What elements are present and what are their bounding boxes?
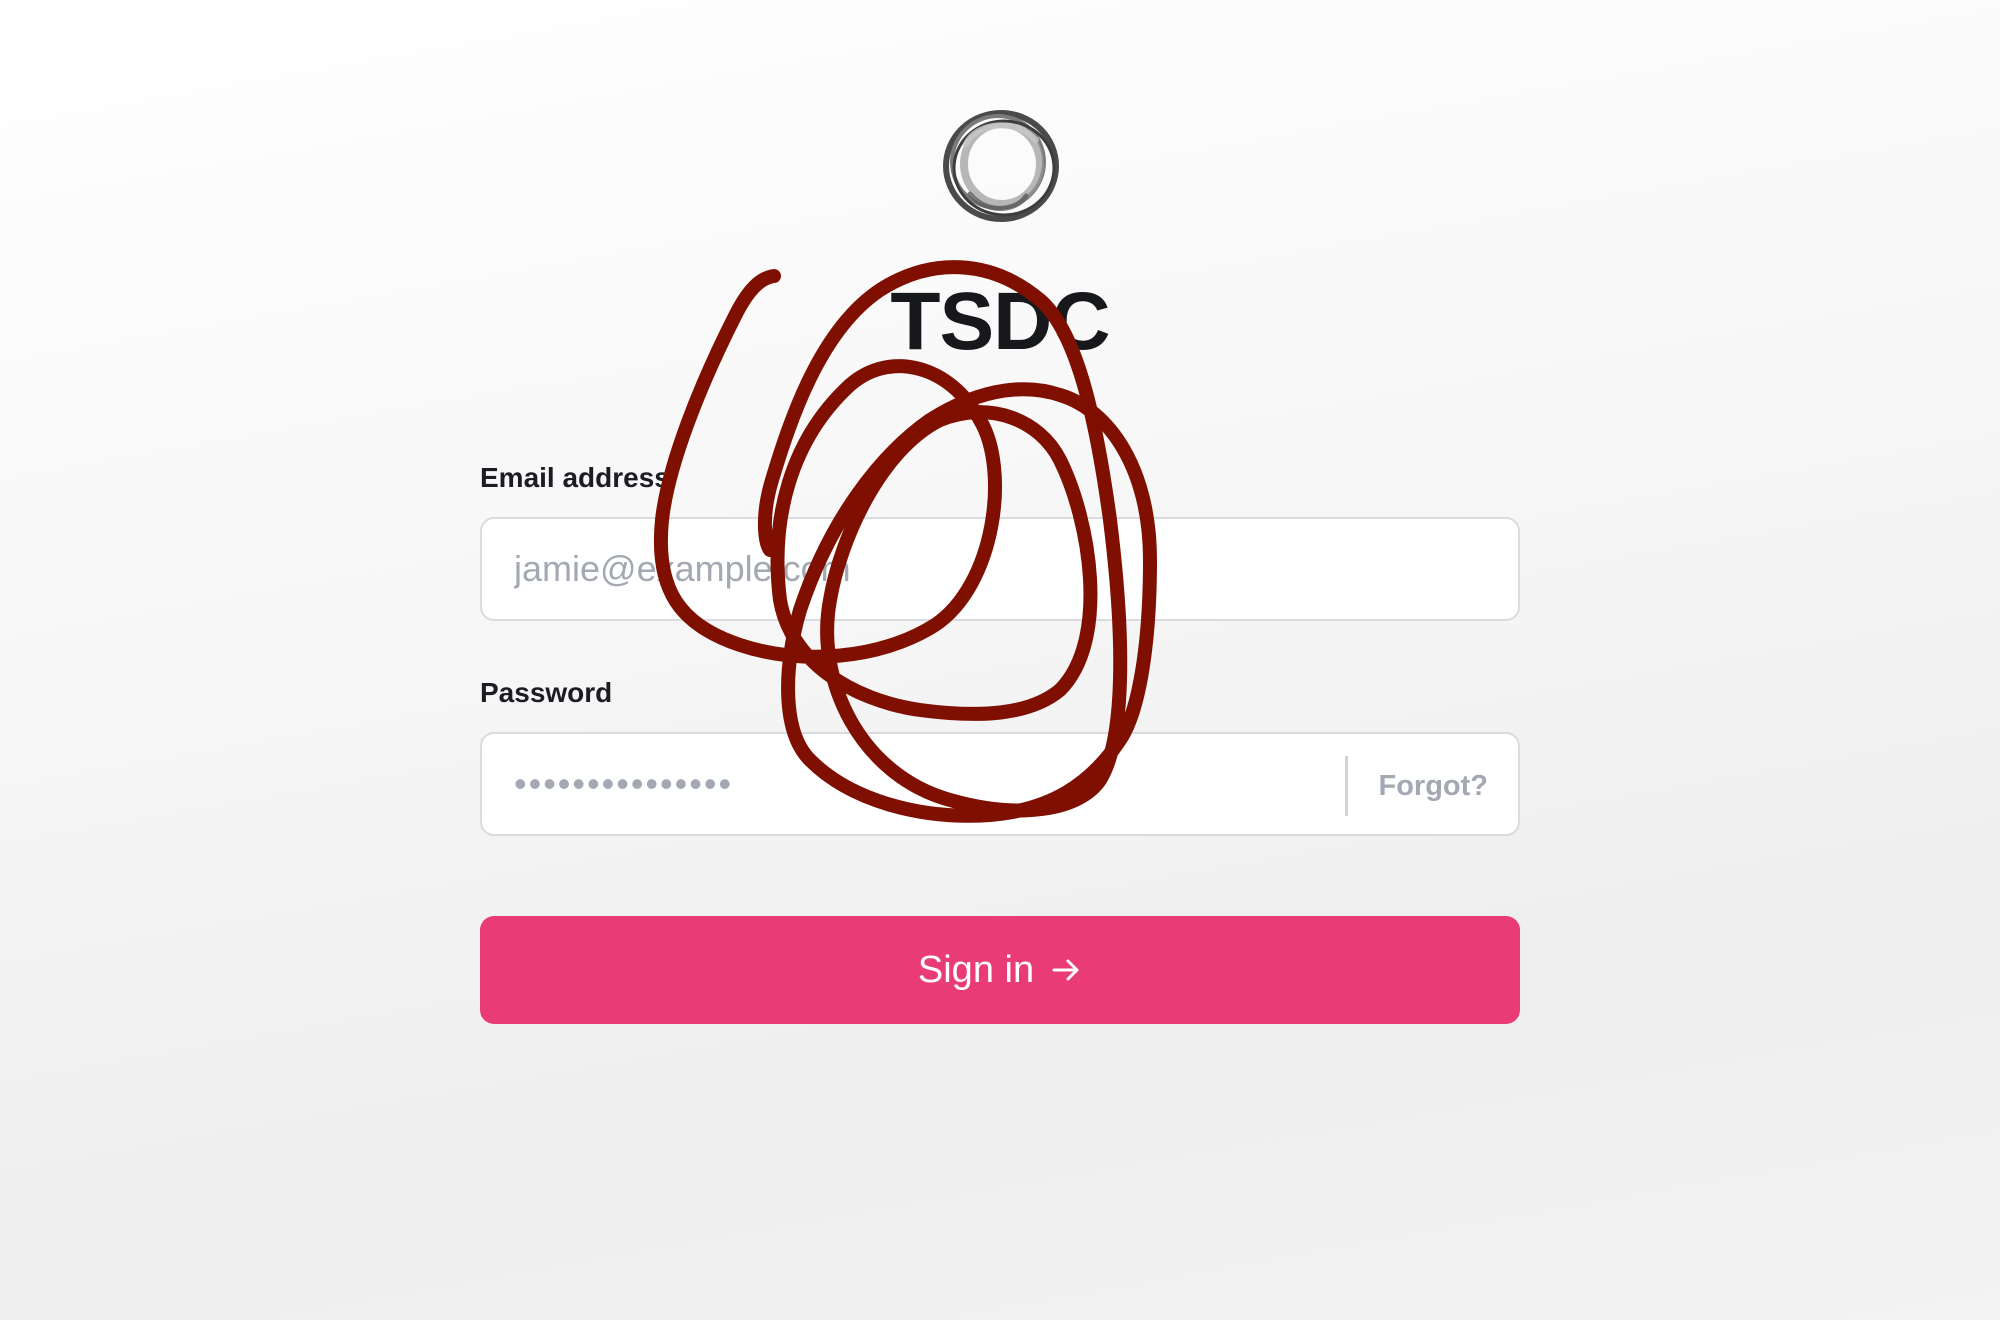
ring-logo-icon [943, 110, 1059, 222]
sign-in-form: Email address Password Forgot? Sign in [480, 458, 1520, 1024]
sign-in-label: Sign in [917, 948, 1035, 991]
email-label: Email address [480, 462, 670, 493]
brand-name: TSDC [890, 276, 1110, 367]
forgot-password-link[interactable]: Forgot? [1378, 770, 1488, 803]
arrow-right-icon [1052, 959, 1079, 981]
email-input[interactable] [482, 519, 1518, 619]
email-field-box [480, 517, 1520, 621]
sign-in-button[interactable]: Sign in [480, 916, 1520, 1024]
forgot-divider: Forgot? [1345, 756, 1518, 816]
password-field-box: Forgot? [480, 732, 1520, 836]
password-label: Password [480, 677, 613, 708]
